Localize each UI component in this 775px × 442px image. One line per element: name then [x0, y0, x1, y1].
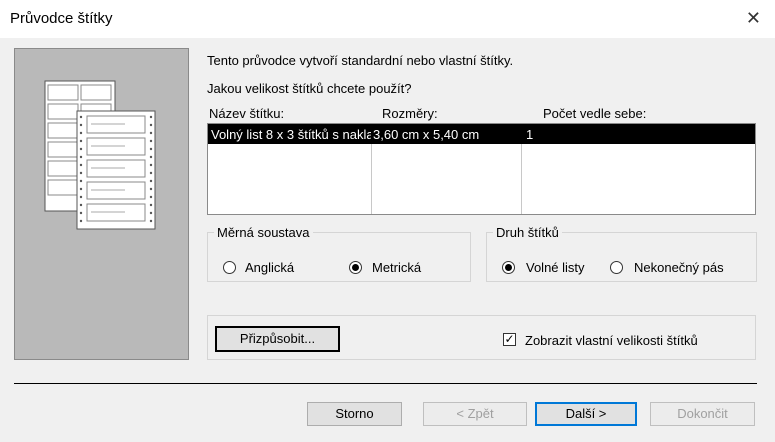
close-icon[interactable]: ✕ — [746, 8, 761, 29]
radio-metric[interactable] — [349, 261, 362, 274]
question-text: Jakou velikost štítků chcete použít? — [207, 81, 412, 96]
cancel-button[interactable]: Storno — [307, 402, 402, 426]
show-custom-sizes-label[interactable]: Zobrazit vlastní velikosti štítků — [525, 333, 698, 348]
radio-imperial-label[interactable]: Anglická — [245, 260, 294, 275]
finish-button[interactable]: Dokončit — [650, 402, 755, 426]
column-header-name: Název štítku: — [209, 106, 285, 121]
footer-divider — [14, 383, 757, 384]
title-bar: Průvodce štítky ✕ — [0, 0, 775, 38]
column-header-count: Počet vedle sebe: — [543, 106, 647, 121]
units-group-legend: Měrná soustava — [217, 225, 310, 240]
customize-button[interactable]: Přizpůsobit... — [215, 326, 340, 352]
label-sheets-illustration — [44, 80, 156, 230]
label-count-cell: 1 — [526, 127, 534, 142]
label-type-group: Druh štítků Volné listy Nekonečný pás — [486, 225, 757, 282]
label-size-cell: 3,60 cm x 5,40 cm — [373, 127, 480, 142]
label-name-cell: Volný list 8 x 3 štítků s nakla — [211, 127, 371, 142]
intro-text: Tento průvodce vytvoří standardní nebo v… — [207, 53, 514, 68]
radio-continuous-label[interactable]: Nekonečný pás — [634, 260, 724, 275]
radio-continuous[interactable] — [610, 261, 623, 274]
list-item[interactable]: Volný list 8 x 3 štítků s nakla 3,60 cm … — [208, 124, 755, 144]
window-title: Průvodce štítky — [10, 10, 113, 27]
radio-sheet-feed-label[interactable]: Volné listy — [526, 260, 585, 275]
label-type-group-legend: Druh štítků — [496, 225, 559, 240]
radio-sheet-feed[interactable] — [502, 261, 515, 274]
radio-metric-label[interactable]: Metrická — [372, 260, 421, 275]
show-custom-sizes-checkbox[interactable]: ✓ — [503, 333, 516, 346]
radio-imperial[interactable] — [223, 261, 236, 274]
units-group: Měrná soustava Anglická Metrická — [207, 225, 471, 282]
back-button[interactable]: < Zpět — [423, 402, 527, 426]
next-button[interactable]: Další > — [535, 402, 637, 426]
label-illustration-panel — [14, 48, 189, 360]
column-header-size: Rozměry: — [382, 106, 438, 121]
label-size-list[interactable]: Volný list 8 x 3 štítků s nakla 3,60 cm … — [207, 123, 756, 215]
